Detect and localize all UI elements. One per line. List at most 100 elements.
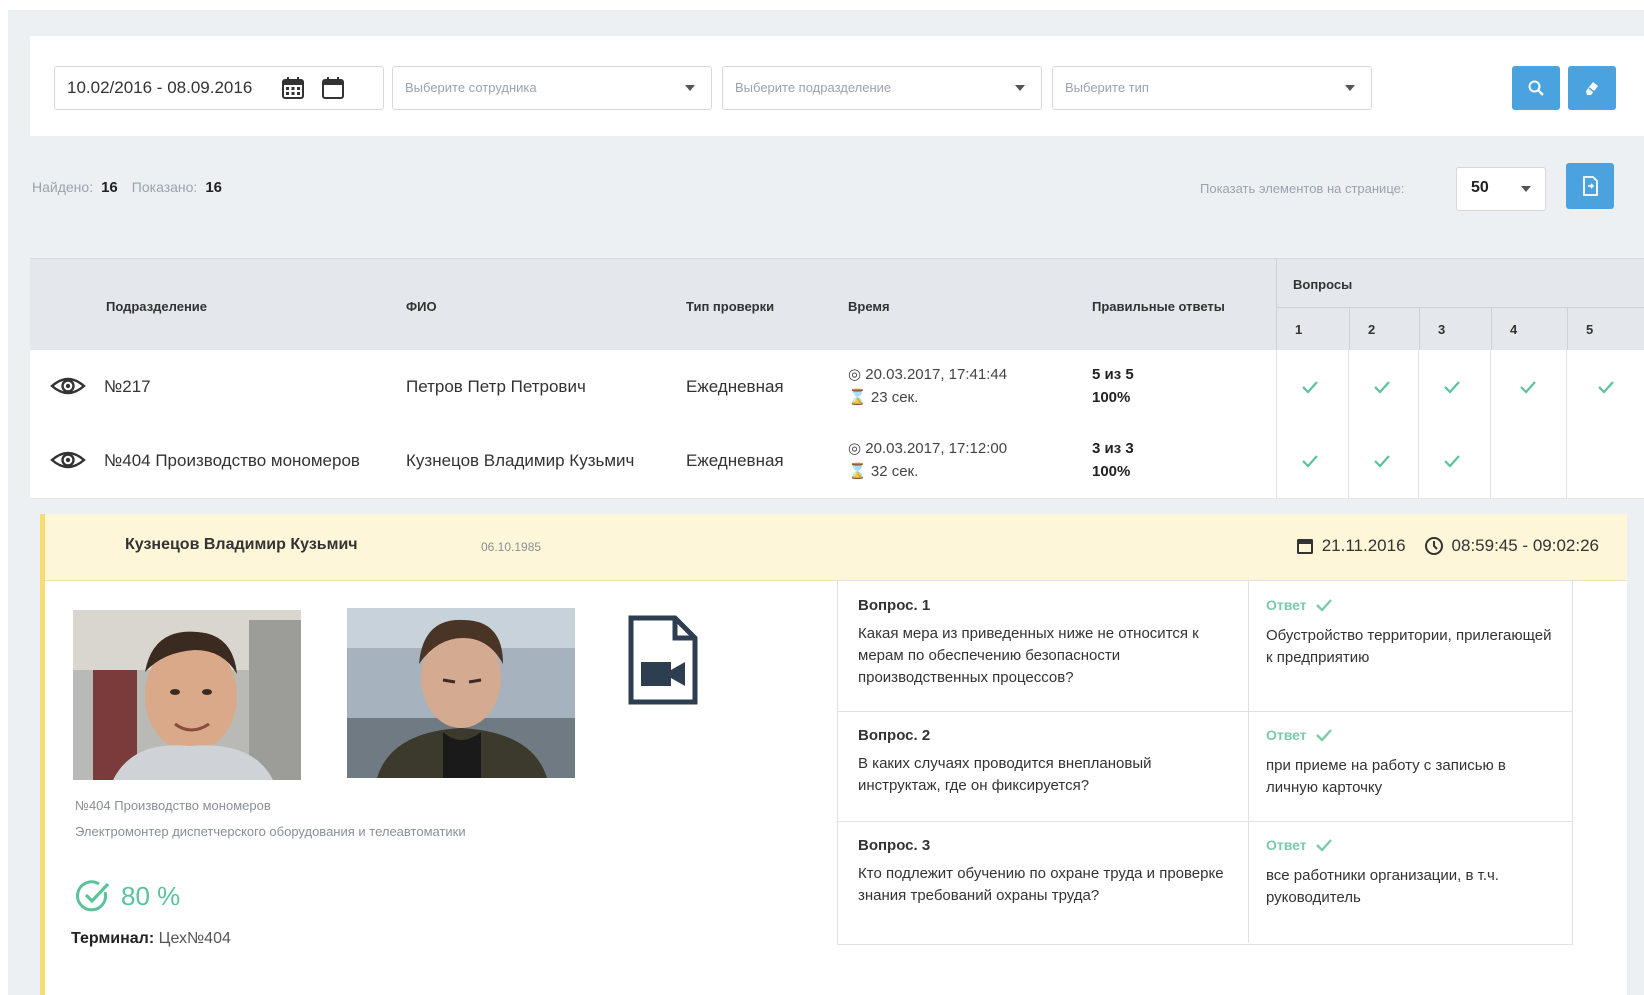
check-icon (1598, 381, 1614, 394)
question-title: Вопрос. 3 (858, 837, 931, 854)
eye-icon[interactable] (50, 448, 86, 472)
check-icon (1302, 381, 1318, 394)
detail-datetime: 21.11.2016 08:59:45 - 09:02:26 (1296, 536, 1599, 556)
row-department: №404 Производство мономеров (104, 451, 360, 470)
row-answers (1276, 350, 1644, 424)
question-number-header: 3 (1419, 307, 1492, 352)
clear-filter-button[interactable] (1568, 66, 1616, 110)
question-cell: Вопрос. 2 В каких случаях проводится вне… (838, 711, 1249, 821)
check-icon (1520, 381, 1536, 394)
row-duration: 23 сек. (870, 389, 919, 406)
person-photo-image (347, 608, 575, 778)
answer-cell (1566, 350, 1644, 424)
check-icon (1444, 381, 1460, 394)
department-select-placeholder: Выберите подразделение (735, 80, 892, 95)
qa-item: Вопрос. 3 Кто подлежит обучению по охран… (838, 821, 1572, 943)
answer-text: все работники организации, в т.ч. руково… (1266, 867, 1499, 906)
filter-bar: 10.02/2016 - 08.09.2016 Выберите сотрудн… (30, 36, 1644, 136)
question-number-header: 4 (1491, 307, 1568, 352)
detail-percent: 80 % (121, 880, 181, 911)
check-icon (1374, 381, 1390, 394)
row-score-value: 5 из 5 (1092, 366, 1134, 383)
answer-text: Обустройство территории, прилегающей к п… (1266, 627, 1552, 666)
row-name: Петров Петр Петрович (406, 377, 586, 396)
detail-position: Электромонтер диспетчерского оборудовани… (75, 824, 466, 839)
answer-label: Ответ (1266, 727, 1307, 743)
row-datetime: 20.03.2017, 17:41:44 (865, 366, 1008, 383)
row-check-type: Ежедневная (686, 451, 784, 470)
calendar-icon[interactable] (281, 76, 305, 100)
detail-time-range: 08:59:45 - 09:02:26 (1451, 536, 1599, 555)
eye-icon[interactable] (50, 374, 86, 398)
question-text: В каких случаях проводится внеплановый и… (858, 755, 1152, 794)
questions-header-group: Вопросы 1 2 3 4 5 (1276, 259, 1644, 352)
answer-cell: Ответ Обустройство территории, прилегающ… (1248, 581, 1572, 711)
question-title: Вопрос. 1 (858, 597, 931, 614)
header-correct-answers[interactable]: Правильные ответы (1092, 299, 1225, 314)
employee-photo-check[interactable] (347, 608, 575, 778)
results-count: Найдено: 16 Показано: 16 (32, 179, 236, 196)
row-score-value: 3 из 3 (1092, 440, 1134, 457)
answer-cell (1276, 424, 1349, 498)
chevron-down-icon (1345, 85, 1355, 91)
table-row[interactable]: №404 Производство мономеров Кузнецов Вла… (30, 424, 1644, 499)
detail-birth-date: 06.10.1985 (481, 540, 542, 554)
employee-select[interactable]: Выберите сотрудника (392, 66, 712, 110)
table-row[interactable]: №217 Петров Петр Петрович Ежедневная ◎ 2… (30, 350, 1644, 425)
shown-value: 16 (205, 179, 222, 196)
row-score: 5 из 5 100% (1092, 363, 1134, 409)
row-duration: 32 сек. (870, 463, 919, 480)
question-text: Какая мера из приведенных ниже не относи… (858, 625, 1199, 686)
detail-score: 80 % (75, 878, 180, 914)
header-questions: Вопросы (1293, 277, 1353, 292)
terminal-value: Цех№404 (158, 930, 231, 947)
answer-cell (1276, 350, 1349, 424)
check-icon (1315, 729, 1332, 742)
row-answers (1276, 424, 1644, 498)
question-title: Вопрос. 2 (858, 727, 931, 744)
header-department[interactable]: Подразделение (106, 299, 207, 314)
found-value: 16 (101, 179, 118, 196)
per-page-select[interactable]: 50 (1456, 167, 1546, 211)
date-range-value: 10.02/2016 - 08.09.2016 (67, 78, 253, 97)
detail-panel: Кузнецов Владимир Кузьмич 06.10.1985 21.… (40, 514, 1627, 995)
detail-date: 21.11.2016 (1321, 536, 1406, 555)
question-cell: Вопрос. 3 Кто подлежит обучению по охран… (838, 821, 1249, 943)
date-range-input[interactable]: 10.02/2016 - 08.09.2016 (54, 66, 384, 110)
answer-cell (1566, 424, 1644, 498)
answer-cell (1490, 424, 1567, 498)
header-check-type[interactable]: Тип проверки (686, 299, 774, 314)
export-button[interactable] (1566, 163, 1614, 209)
employee-photo-reference[interactable] (73, 610, 301, 780)
calendar-icon (1296, 539, 1313, 554)
check-circle-icon (76, 880, 110, 912)
search-button[interactable] (1512, 66, 1560, 110)
calendar-end-icon[interactable] (321, 76, 345, 100)
shown-label: Показано: (131, 179, 198, 195)
header-time[interactable]: Время (848, 299, 890, 314)
qa-item: Вопрос. 2 В каких случаях проводится вне… (838, 711, 1572, 822)
qa-item: Вопрос. 1 Какая мера из приведенных ниже… (838, 581, 1572, 712)
search-icon (1528, 80, 1544, 96)
question-number-header: 1 (1277, 307, 1349, 352)
check-icon (1315, 599, 1332, 612)
row-score: 3 из 3 100% (1092, 437, 1134, 483)
row-time: ◎ 20.03.2017, 17:12:00 ⌛ 32 сек. (848, 440, 1008, 480)
video-file-icon[interactable] (627, 614, 699, 706)
row-time: ◎ 20.03.2017, 17:41:44 ⌛ 23 сек. (848, 366, 1008, 406)
row-score-percent: 100% (1092, 463, 1131, 480)
question-number-header: 2 (1349, 307, 1420, 352)
per-page-label: Показать элементов на странице: (1200, 181, 1405, 196)
eraser-icon (1586, 82, 1598, 95)
answer-cell (1348, 424, 1419, 498)
type-select[interactable]: Выберите тип (1052, 66, 1372, 110)
check-icon (1302, 455, 1318, 468)
row-department: №217 (104, 377, 151, 396)
department-select[interactable]: Выберите подразделение (722, 66, 1042, 110)
row-score-percent: 100% (1092, 389, 1131, 406)
chevron-down-icon (1521, 186, 1531, 192)
found-label: Найдено: (32, 179, 94, 195)
question-cell: Вопрос. 1 Какая мера из приведенных ниже… (838, 581, 1249, 711)
check-icon (1374, 455, 1390, 468)
header-name[interactable]: ФИО (406, 299, 437, 314)
